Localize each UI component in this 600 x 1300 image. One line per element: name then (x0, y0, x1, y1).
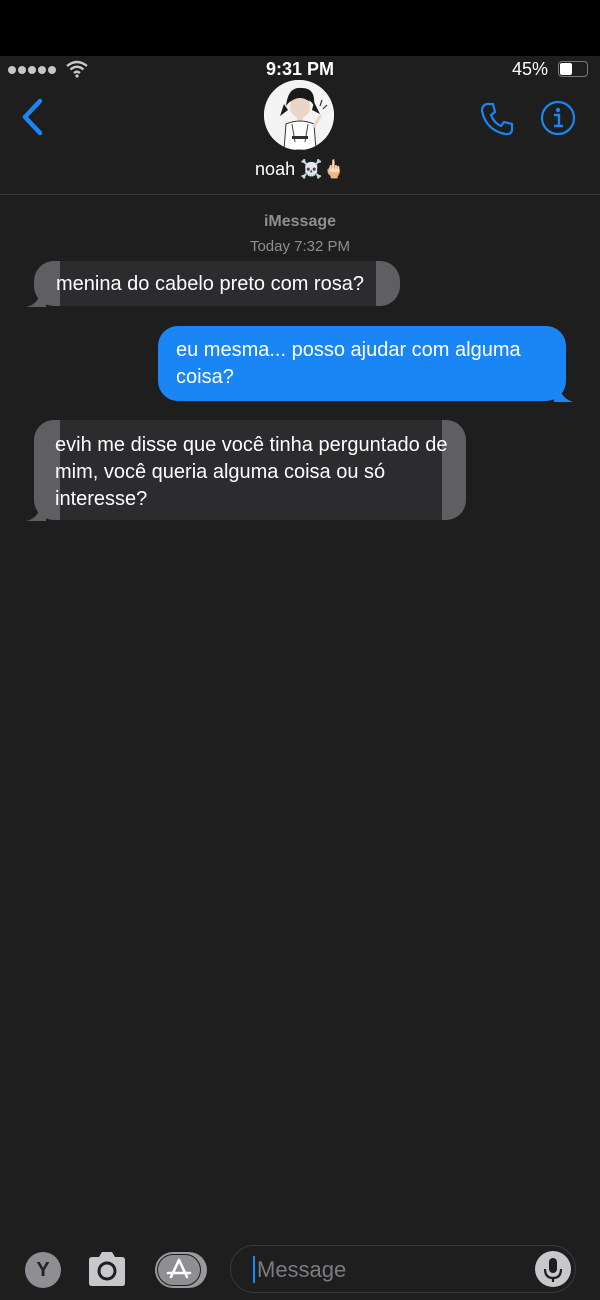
contact-avatar[interactable] (264, 80, 334, 150)
info-icon[interactable] (540, 100, 576, 136)
thread-timestamp: Today 7:32 PM (249, 238, 351, 255)
app-store-icon-wrap (157, 1254, 201, 1286)
back-chevron-icon[interactable] (18, 98, 48, 136)
microphone-icon (543, 1258, 563, 1282)
bubble-tail (26, 503, 46, 521)
incoming-message[interactable]: evih me disse que você tinha perguntado … (26, 420, 466, 521)
battery-percent: 45% (511, 59, 548, 79)
app-store-icon (166, 1258, 192, 1279)
message-text: menina do cabelo preto com rosa? (56, 273, 364, 295)
message-text: evih me disse que você tinha perguntado … (55, 434, 448, 510)
message-input[interactable]: Message (230, 1245, 576, 1293)
status-time: 9:31 PM (265, 59, 335, 79)
incoming-message[interactable]: menina do cabelo preto com rosa? (26, 261, 400, 307)
app-store-button[interactable] (155, 1252, 207, 1288)
bubble-tail (26, 289, 46, 307)
bubble-tail (554, 384, 574, 402)
text-cursor (253, 1256, 255, 1283)
compose-bar: Y Message (0, 1240, 600, 1300)
outgoing-message[interactable]: eu mesma... posso ajudar com alguma cois… (158, 326, 574, 402)
phone-icon[interactable] (478, 100, 516, 138)
conversation-header: noah ☠️🖕🏻 (0, 80, 600, 195)
battery-level-fill (560, 63, 572, 75)
top-black-bar (0, 0, 600, 56)
contact-emoji: ☠️🖕🏻 (300, 159, 345, 179)
battery-icon (558, 61, 588, 77)
avatar-illustration (264, 80, 334, 150)
service-label: iMessage (263, 213, 337, 230)
message-text: eu mesma... posso ajudar com alguma cois… (176, 339, 521, 388)
contact-name[interactable]: noah ☠️🖕🏻 (0, 159, 600, 180)
app-y-button[interactable]: Y (25, 1252, 61, 1288)
microphone-button[interactable] (535, 1251, 571, 1287)
camera-icon[interactable] (86, 1250, 128, 1288)
contact-name-text: noah (255, 159, 296, 179)
message-placeholder: Message (257, 1257, 347, 1282)
